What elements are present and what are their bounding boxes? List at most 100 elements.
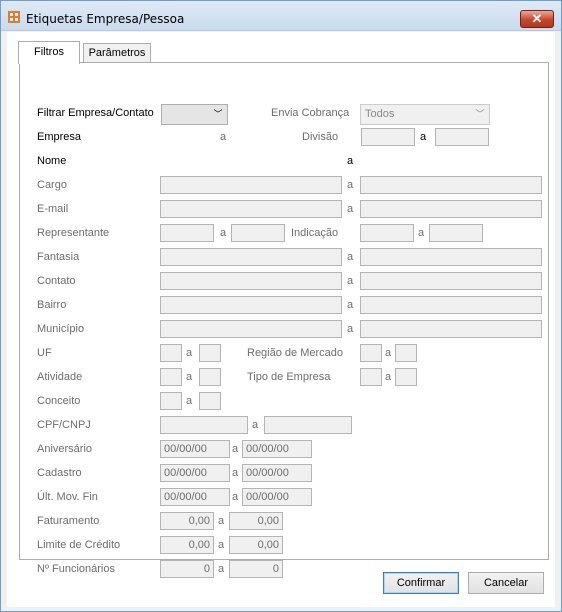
email-to-field[interactable] bbox=[360, 200, 542, 218]
atividade-label: Atividade bbox=[37, 371, 83, 383]
email-label: E-mail bbox=[37, 203, 69, 215]
funcionarios-range-sep: a bbox=[218, 563, 225, 575]
divisao-range-sep: a bbox=[420, 131, 427, 143]
regiao-range-sep: a bbox=[385, 347, 392, 359]
nome-label: Nome bbox=[37, 155, 67, 167]
funcionarios-label: Nº Funcionários bbox=[37, 563, 115, 575]
envia-cobranca-combo[interactable]: Todos ﹀ bbox=[360, 104, 490, 125]
divisao-from-field[interactable] bbox=[361, 128, 415, 146]
fantasia-to-field[interactable] bbox=[360, 248, 542, 266]
limite-credito-to-field[interactable]: 0,00 bbox=[229, 536, 283, 554]
municipio-from-field[interactable] bbox=[160, 320, 342, 338]
cargo-to-field[interactable] bbox=[360, 176, 542, 194]
limite-credito-from-field[interactable]: 0,00 bbox=[160, 536, 214, 554]
funcionarios-from-field[interactable]: 0 bbox=[160, 560, 214, 578]
empresa-label: Empresa bbox=[37, 131, 82, 143]
regiao-to-field[interactable] bbox=[395, 344, 417, 362]
tipo-empresa-to-field[interactable] bbox=[395, 368, 417, 386]
atividade-to-field[interactable] bbox=[199, 368, 221, 386]
tipo-empresa-label: Tipo de Empresa bbox=[247, 371, 331, 383]
nome-range-sep: a bbox=[347, 155, 354, 167]
conceito-to-field[interactable] bbox=[199, 392, 221, 410]
regiao-label: Região de Mercado bbox=[247, 347, 344, 359]
close-button[interactable]: ✕ bbox=[520, 10, 554, 28]
conceito-range-sep: a bbox=[186, 395, 193, 407]
empresa-range-sep: a bbox=[220, 131, 227, 143]
bairro-from-field[interactable] bbox=[160, 296, 342, 314]
cancelar-button[interactable]: Cancelar bbox=[468, 572, 544, 594]
uf-from-field[interactable] bbox=[160, 344, 182, 362]
limite-credito-range-sep: a bbox=[218, 539, 225, 551]
cargo-from-field[interactable] bbox=[160, 176, 342, 194]
aniversario-label: Aniversário bbox=[37, 443, 93, 455]
aniversario-from-field[interactable]: 00/00/00 bbox=[160, 440, 230, 458]
faturamento-from-field[interactable]: 0,00 bbox=[160, 512, 214, 530]
fantasia-range-sep: a bbox=[347, 251, 354, 263]
atividade-range-sep: a bbox=[186, 371, 193, 383]
municipio-range-sep: a bbox=[347, 323, 354, 335]
faturamento-label: Faturamento bbox=[37, 515, 100, 527]
cadastro-to-field[interactable]: 00/00/00 bbox=[242, 464, 312, 482]
conceito-from-field[interactable] bbox=[160, 392, 182, 410]
atividade-from-field[interactable] bbox=[160, 368, 182, 386]
uf-label: UF bbox=[37, 347, 52, 359]
ult-mov-fin-to-field[interactable]: 00/00/00 bbox=[242, 488, 312, 506]
tipo-empresa-from-field[interactable] bbox=[360, 368, 382, 386]
ult-mov-fin-from-field[interactable]: 00/00/00 bbox=[160, 488, 230, 506]
representante-to-field[interactable] bbox=[231, 224, 285, 242]
email-range-sep: a bbox=[347, 203, 354, 215]
representante-label: Representante bbox=[37, 227, 110, 239]
uf-range-sep: a bbox=[186, 347, 193, 359]
dialog-window: Etiquetas Empresa/Pessoa ✕ Filtros Parâm… bbox=[0, 0, 562, 612]
cpf-cnpj-from-field[interactable] bbox=[160, 416, 248, 434]
contato-from-field[interactable] bbox=[160, 272, 342, 290]
cadastro-range-sep: a bbox=[232, 467, 239, 479]
divisao-to-field[interactable] bbox=[435, 128, 489, 146]
chevron-down-icon: ﹀ bbox=[213, 109, 223, 119]
regiao-from-field[interactable] bbox=[360, 344, 382, 362]
representante-from-field[interactable] bbox=[160, 224, 214, 242]
faturamento-range-sep: a bbox=[218, 515, 225, 527]
faturamento-to-field[interactable]: 0,00 bbox=[229, 512, 283, 530]
ult-mov-fin-label: Últ. Mov. Fin bbox=[37, 491, 98, 503]
confirmar-button[interactable]: Confirmar bbox=[383, 572, 459, 594]
municipio-label: Município bbox=[37, 323, 85, 335]
indicacao-from-field[interactable] bbox=[360, 224, 414, 242]
envia-cobranca-value: Todos bbox=[365, 108, 395, 120]
funcionarios-to-field[interactable]: 0 bbox=[229, 560, 283, 578]
tab-filtros[interactable]: Filtros bbox=[18, 41, 80, 64]
cadastro-from-field[interactable]: 00/00/00 bbox=[160, 464, 230, 482]
contato-range-sep: a bbox=[347, 275, 354, 287]
aniversario-to-field[interactable]: 00/00/00 bbox=[242, 440, 312, 458]
divisao-label: Divisão bbox=[302, 131, 339, 143]
bairro-range-sep: a bbox=[347, 299, 354, 311]
indicacao-label: Indicação bbox=[291, 227, 339, 239]
uf-to-field[interactable] bbox=[199, 344, 221, 362]
app-icon bbox=[8, 11, 20, 23]
cpf-cnpj-to-field[interactable] bbox=[264, 416, 352, 434]
bairro-to-field[interactable] bbox=[360, 296, 542, 314]
representante-range-sep: a bbox=[220, 227, 227, 239]
email-from-field[interactable] bbox=[160, 200, 342, 218]
window-title: Etiquetas Empresa/Pessoa bbox=[26, 12, 185, 26]
limite-credito-label: Limite de Crédito bbox=[37, 539, 121, 551]
indicacao-range-sep: a bbox=[418, 227, 425, 239]
filtrar-combo[interactable]: ﹀ bbox=[161, 104, 228, 125]
cargo-label: Cargo bbox=[37, 179, 67, 191]
filtros-panel: Filtrar Empresa/Contato ﹀ Envia Cobrança… bbox=[19, 62, 549, 578]
cadastro-label: Cadastro bbox=[37, 467, 82, 479]
dialog-body: Filtros Parâmetros Filtrar Empresa/Conta… bbox=[7, 32, 555, 607]
bairro-label: Bairro bbox=[37, 299, 67, 311]
fantasia-from-field[interactable] bbox=[160, 248, 342, 266]
cpf-cnpj-label: CPF/CNPJ bbox=[37, 419, 91, 431]
tab-parametros[interactable]: Parâmetros bbox=[83, 43, 151, 63]
municipio-to-field[interactable] bbox=[360, 320, 542, 338]
ult-mov-fin-range-sep: a bbox=[232, 491, 239, 503]
contato-to-field[interactable] bbox=[360, 272, 542, 290]
title-bar: Etiquetas Empresa/Pessoa ✕ bbox=[1, 1, 561, 31]
chevron-down-icon: ﹀ bbox=[475, 109, 485, 119]
cpf-cnpj-range-sep: a bbox=[252, 419, 259, 431]
filtrar-label: Filtrar Empresa/Contato bbox=[37, 107, 154, 119]
tipo-empresa-range-sep: a bbox=[385, 371, 392, 383]
indicacao-to-field[interactable] bbox=[429, 224, 483, 242]
